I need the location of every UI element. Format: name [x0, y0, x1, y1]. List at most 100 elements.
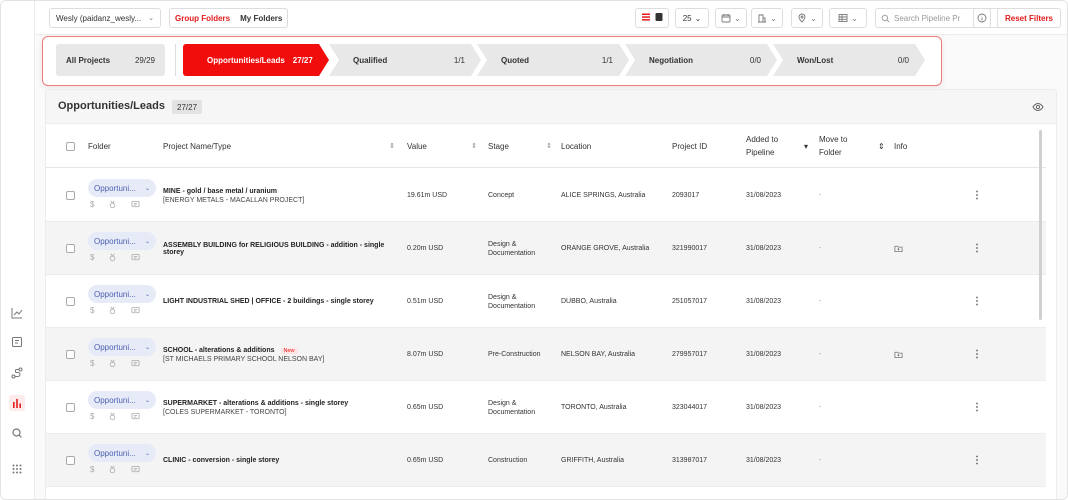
folder-icon[interactable]: [894, 222, 903, 275]
medal-icon[interactable]: [108, 359, 117, 368]
kebab-icon[interactable]: ⋮: [972, 434, 982, 487]
bar-chart-icon[interactable]: [9, 395, 25, 411]
row-checkbox[interactable]: [66, 275, 75, 328]
stage-text: Design &: [488, 293, 517, 301]
stage-won-lost[interactable]: Won/Lost 0/0: [773, 44, 925, 76]
my-folders-tab[interactable]: My Folders: [235, 9, 287, 27]
project-name-cell[interactable]: ASSEMBLY BUILDING for RELIGIOUS BUILDING…: [163, 222, 393, 275]
project-name-cell[interactable]: SUPERMARKET - alterations & additions - …: [163, 381, 393, 434]
date-filter-button[interactable]: ⌄: [715, 8, 747, 28]
sort-icon[interactable]: ⇕: [389, 142, 395, 150]
dollar-icon[interactable]: $: [90, 306, 94, 315]
medal-icon[interactable]: [108, 200, 117, 209]
search-icon[interactable]: [9, 425, 25, 441]
move-to-folder-cell[interactable]: -: [819, 328, 821, 381]
select-all-checkbox[interactable]: [66, 124, 75, 168]
comment-icon[interactable]: [131, 465, 140, 474]
kebab-icon[interactable]: ⋮: [972, 275, 982, 328]
info-button[interactable]: [973, 8, 991, 28]
table-row[interactable]: Opportuni... ⌄ $ CLINIC - conversion - sing…: [46, 434, 1046, 487]
comment-icon[interactable]: [131, 306, 140, 315]
location-filter-button[interactable]: ⌄: [791, 8, 823, 28]
table-row[interactable]: Opportuni... ⌄ $ ASSEMBLY BUILDING for RELI…: [46, 222, 1046, 275]
scrollbar[interactable]: [1039, 130, 1042, 320]
table-row[interactable]: Opportuni... ⌄ $ SCHOOL - alterations & add…: [46, 328, 1046, 381]
comment-icon[interactable]: [131, 359, 140, 368]
sort-icon[interactable]: ⇕: [546, 142, 552, 150]
sort-icon[interactable]: ⇕: [471, 142, 477, 150]
added-date-cell: 31/08/2023: [746, 351, 782, 358]
project-name-cell[interactable]: LIGHT INDUSTRIAL SHED | OFFICE - 2 build…: [163, 275, 393, 328]
dollar-icon[interactable]: $: [90, 359, 94, 368]
column-added-to-pipeline[interactable]: Added to Pipeline: [746, 124, 778, 168]
table-row[interactable]: Opportuni... ⌄ $ SUPERMARKET - alterations …: [46, 381, 1046, 434]
column-value[interactable]: Value ⇕: [407, 124, 477, 168]
move-to-folder-cell[interactable]: -: [819, 381, 821, 434]
sort-icon[interactable]: ▾: [804, 124, 808, 168]
apps-grid-icon[interactable]: [9, 461, 25, 477]
per-page-select[interactable]: 25 ⌄: [675, 8, 709, 28]
folder-select[interactable]: Opportuni... ⌄: [88, 391, 156, 409]
kebab-icon[interactable]: ⋮: [972, 169, 982, 222]
folder-select[interactable]: Opportuni... ⌄: [88, 285, 156, 303]
row-checkbox[interactable]: [66, 328, 75, 381]
folder-icon[interactable]: [894, 328, 903, 381]
project-name-cell[interactable]: SCHOOL - alterations & additions New [ST M…: [163, 328, 393, 381]
move-to-folder-cell[interactable]: -: [819, 275, 821, 328]
comment-icon[interactable]: [131, 253, 140, 262]
stage-qualified[interactable]: Qualified 1/1: [329, 44, 481, 76]
project-name-cell[interactable]: MINE - gold / base metal / uranium [ENERG…: [163, 169, 393, 222]
kebab-icon[interactable]: ⋮: [972, 328, 982, 381]
account-select[interactable]: Wesly (paidanz_wesly... ⌄: [49, 8, 161, 28]
move-to-folder-cell[interactable]: -: [819, 434, 821, 487]
dollar-icon[interactable]: $: [90, 465, 94, 474]
stage-text: Pre-Construction: [488, 351, 541, 358]
table-row[interactable]: Opportuni... ⌄ $ LIGHT INDUSTRIAL SHED | OF…: [46, 275, 1046, 328]
move-to-folder-cell[interactable]: -: [819, 169, 821, 222]
medal-icon[interactable]: [108, 465, 117, 474]
project-subtitle: [ENERGY METALS - MACALLAN PROJECT]: [163, 196, 305, 204]
all-projects-tab[interactable]: All Projects 29/29: [56, 44, 165, 76]
board-view-icon[interactable]: [654, 12, 664, 24]
category-filter-button[interactable]: ⌄: [751, 8, 783, 28]
group-folders-tab[interactable]: Group Folders: [170, 9, 235, 27]
folder-select[interactable]: Opportuni... ⌄: [88, 232, 156, 250]
reset-filters-button[interactable]: Reset Filters: [997, 8, 1061, 28]
column-stage[interactable]: Stage ⇕: [488, 124, 552, 168]
value-filter-button[interactable]: ⌄: [829, 8, 867, 28]
column-project-name[interactable]: Project Name/Type ⇕: [163, 124, 395, 168]
eye-icon[interactable]: [1032, 101, 1044, 113]
stage-quoted[interactable]: Quoted 1/1: [477, 44, 629, 76]
stage-negotiation[interactable]: Negotiation 0/0: [625, 44, 777, 76]
stage-count: 0/0: [897, 55, 909, 65]
dollar-icon[interactable]: $: [90, 412, 94, 421]
folder-select[interactable]: Opportuni... ⌄: [88, 179, 156, 197]
project-id-cell: 251057017: [672, 298, 708, 305]
comment-icon[interactable]: [131, 200, 140, 209]
note-icon[interactable]: [9, 334, 25, 350]
row-checkbox[interactable]: [66, 169, 75, 222]
medal-icon[interactable]: [108, 306, 117, 315]
move-to-folder-cell[interactable]: -: [819, 222, 821, 275]
table-row[interactable]: Opportuni... ⌄ $ MINE - gold / base metal /…: [46, 169, 1046, 222]
dollar-icon[interactable]: $: [90, 253, 94, 262]
row-checkbox[interactable]: [66, 222, 75, 275]
stage-opportunities-leads[interactable]: Opportunities/Leads 27/27: [183, 44, 329, 76]
folder-select[interactable]: Opportuni... ⌄: [88, 338, 156, 356]
kebab-icon[interactable]: ⋮: [972, 381, 982, 434]
list-view-icon[interactable]: [641, 12, 651, 24]
dollar-icon[interactable]: $: [90, 200, 94, 209]
comment-icon[interactable]: [131, 412, 140, 421]
medal-icon[interactable]: [108, 253, 117, 262]
sort-icon[interactable]: ⇕: [878, 124, 885, 168]
row-checkbox[interactable]: [66, 434, 75, 487]
project-name-cell[interactable]: CLINIC - conversion - single storey: [163, 434, 393, 487]
chart-line-icon[interactable]: [9, 305, 25, 321]
folder-scope-toggle: Group Folders My Folders: [169, 8, 289, 28]
row-checkbox[interactable]: [66, 381, 75, 434]
project-name: LIGHT INDUSTRIAL SHED | OFFICE - 2 build…: [163, 298, 374, 305]
route-icon[interactable]: [9, 365, 25, 381]
medal-icon[interactable]: [108, 412, 117, 421]
folder-select[interactable]: Opportuni... ⌄: [88, 444, 156, 462]
kebab-icon[interactable]: ⋮: [972, 222, 982, 275]
